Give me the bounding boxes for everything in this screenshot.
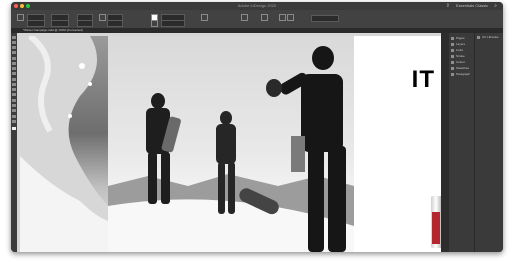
rectangle-frame-tool-icon[interactable] [12, 78, 16, 81]
gap-tool-icon[interactable] [12, 51, 16, 54]
headline-text[interactable]: IT [412, 66, 435, 94]
eyedropper-tool-icon[interactable] [12, 109, 16, 112]
panel-swatches[interactable]: Swatches [451, 66, 469, 70]
panel-label: Colour [456, 60, 465, 64]
control-panel [11, 10, 503, 28]
rotate-icon[interactable] [99, 14, 106, 21]
document-canvas[interactable]: IT [20, 36, 441, 252]
snowboarders-photo[interactable] [108, 36, 354, 252]
panel-label: CC Libraries [482, 35, 499, 39]
snow-spray-image [20, 36, 108, 252]
wrap-icon[interactable] [241, 14, 248, 21]
fx-icon[interactable] [201, 14, 208, 21]
panel-colour[interactable]: Colour [451, 60, 465, 64]
panel-label: Pages [456, 36, 465, 40]
object-style-field[interactable] [311, 15, 339, 22]
right-page[interactable]: IT [354, 36, 441, 252]
fill-stroke-icon[interactable] [12, 127, 16, 130]
panel-label: Layers [456, 42, 466, 46]
workspace-switcher[interactable]: Essentials Classic [456, 3, 488, 9]
selection-tool-icon[interactable] [12, 36, 16, 39]
y-position-field[interactable] [27, 20, 45, 27]
docked-panels: Pages Layers Links Stroke Colour Swatche… [449, 33, 503, 252]
window-title: Adobe InDesign 2020 [237, 3, 277, 8]
snowboarders-image [108, 46, 354, 252]
line-tool-icon[interactable] [12, 62, 16, 65]
paragraph-icon [451, 72, 454, 76]
pencil-tool-icon[interactable] [12, 72, 16, 75]
stroke-swatch-icon[interactable] [151, 20, 158, 27]
cc-libraries-icon [477, 35, 480, 39]
panel-paragraph[interactable]: Paragraph [451, 72, 470, 76]
search-icon[interactable]: ⌕ [494, 3, 497, 9]
pen-tool-icon[interactable] [12, 67, 16, 70]
panel-dock-divider[interactable] [441, 33, 449, 252]
snow-spray-photo[interactable] [20, 36, 108, 252]
panel-label: Links [456, 48, 464, 52]
frame-fitting-icon[interactable] [279, 14, 286, 21]
document-tab[interactable]: *Winter Campaign.indd @ 100% [Converted] [23, 28, 83, 32]
gradient-tool-icon[interactable] [12, 99, 16, 102]
color-icon [451, 60, 454, 64]
panel-pages[interactable]: Pages [451, 36, 465, 40]
product-can-label [432, 212, 440, 244]
panel-cc-libraries[interactable]: CC Libraries [477, 35, 499, 39]
indesign-window: Adobe InDesign 2020 ⇪ Essentials Classic… [11, 2, 503, 252]
links-icon [451, 48, 454, 52]
pages-icon [451, 36, 454, 40]
rectangle-tool-icon[interactable] [12, 83, 16, 86]
reference-point-icon[interactable] [17, 14, 24, 21]
stroke-type-field[interactable] [161, 20, 185, 27]
layers-icon [451, 42, 454, 46]
type-tool-icon[interactable] [12, 57, 16, 60]
zoom-tool-icon[interactable] [12, 120, 16, 123]
panel-layers[interactable]: Layers [451, 42, 465, 46]
panel-label: Swatches [456, 66, 470, 70]
align-icon[interactable] [261, 14, 268, 21]
page-tool-icon[interactable] [12, 46, 16, 49]
swatches-icon [451, 66, 454, 70]
direct-selection-tool-icon[interactable] [12, 41, 16, 44]
free-transform-tool-icon[interactable] [12, 93, 16, 96]
panel-links[interactable]: Links [451, 48, 463, 52]
title-bar-right: ⇪ Essentials Classic ⌕ [446, 3, 497, 9]
note-tool-icon[interactable] [12, 104, 16, 107]
panel-stroke[interactable]: Stroke [451, 54, 465, 58]
panel-label: Paragraph [456, 72, 471, 76]
shear-field[interactable] [107, 20, 123, 27]
share-icon[interactable]: ⇪ [446, 3, 450, 9]
panel-column-divider [474, 33, 475, 252]
height-field[interactable] [51, 20, 69, 27]
panel-label: Stroke [456, 54, 465, 58]
scissors-tool-icon[interactable] [12, 88, 16, 91]
title-bar: Adobe InDesign 2020 ⇪ Essentials Classic… [11, 2, 503, 10]
fit-content-icon[interactable] [287, 14, 294, 21]
stroke-icon [451, 54, 454, 58]
scale-y-field[interactable] [77, 20, 93, 27]
hand-tool-icon[interactable] [12, 115, 16, 118]
